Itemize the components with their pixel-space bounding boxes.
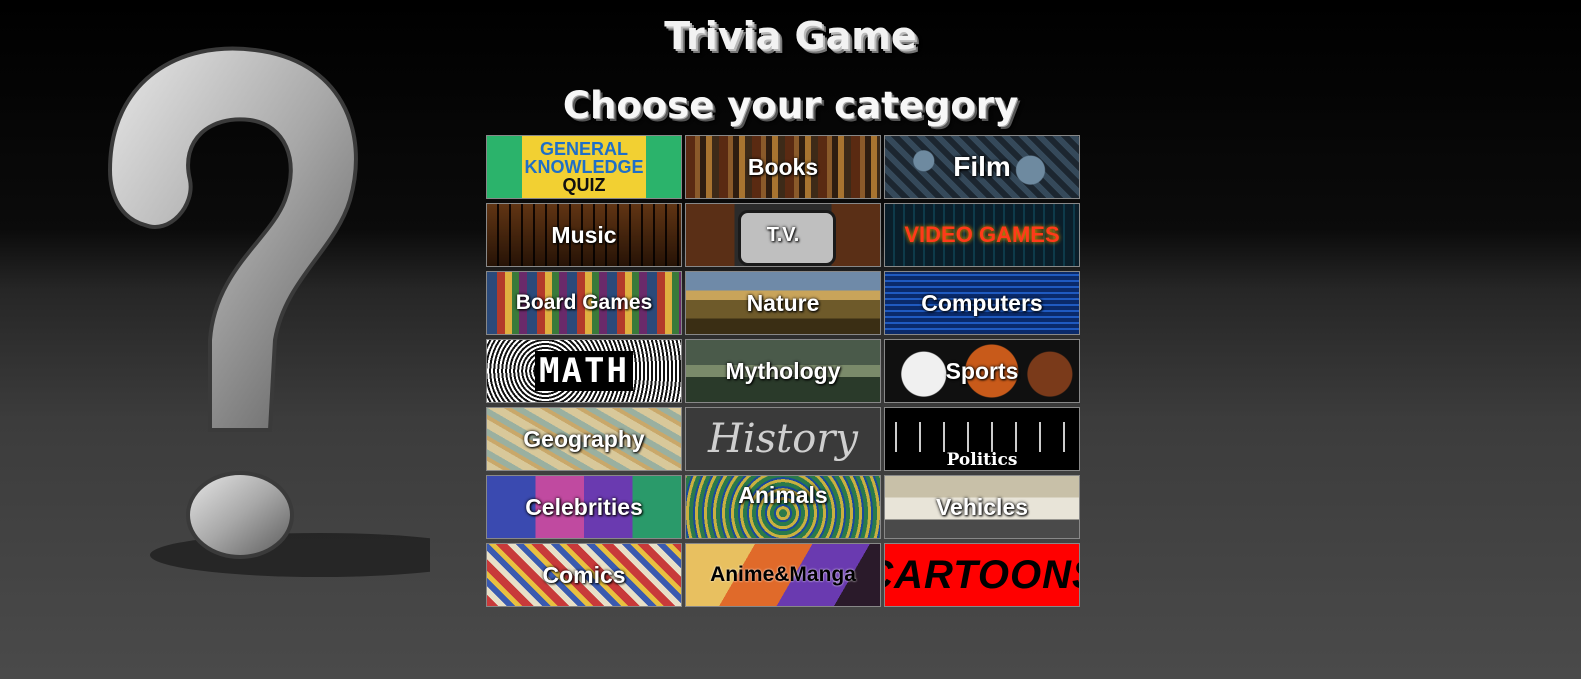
category-film[interactable]: Film bbox=[884, 135, 1080, 199]
category-geography[interactable]: Geography bbox=[486, 407, 682, 471]
category-label: Board Games bbox=[515, 291, 653, 314]
category-grid: GENERAL KNOWLEDGE QUIZ Books Film Music … bbox=[486, 135, 1081, 611]
category-cartoons[interactable]: CARTOONS bbox=[884, 543, 1080, 607]
category-label: History bbox=[707, 416, 859, 462]
category-label: Politics bbox=[946, 450, 1018, 470]
category-label: Film bbox=[953, 151, 1011, 182]
category-board-games[interactable]: Board Games bbox=[486, 271, 682, 335]
category-music[interactable]: Music bbox=[486, 203, 682, 267]
category-comics[interactable]: Comics bbox=[486, 543, 682, 607]
category-label: Animals bbox=[738, 482, 828, 508]
category-label: VIDEO GAMES bbox=[904, 222, 1060, 247]
category-sports[interactable]: Sports bbox=[884, 339, 1080, 403]
category-general-knowledge[interactable]: GENERAL KNOWLEDGE QUIZ bbox=[486, 135, 682, 199]
page-title: Trivia Game bbox=[664, 14, 917, 58]
category-label: CARTOONS bbox=[885, 552, 1079, 597]
category-label: GENERAL KNOWLEDGE QUIZ bbox=[525, 140, 644, 194]
category-label: MATH bbox=[535, 351, 633, 391]
category-label: Anime&Manga bbox=[710, 563, 856, 586]
category-video-games[interactable]: VIDEO GAMES bbox=[884, 203, 1080, 267]
category-label-line3: QUIZ bbox=[562, 175, 606, 195]
category-label: Sports bbox=[945, 357, 1019, 384]
category-mythology[interactable]: Mythology bbox=[685, 339, 881, 403]
category-books[interactable]: Books bbox=[685, 135, 881, 199]
category-history[interactable]: History bbox=[685, 407, 881, 471]
category-label: Mythology bbox=[725, 357, 841, 384]
category-label: T.V. bbox=[766, 223, 800, 246]
category-vehicles[interactable]: Vehicles bbox=[884, 475, 1080, 539]
category-label: Vehicles bbox=[935, 493, 1029, 520]
category-math[interactable]: MATH bbox=[486, 339, 682, 403]
category-anime-manga[interactable]: Anime&Manga bbox=[685, 543, 881, 607]
category-label: Computers bbox=[921, 289, 1043, 316]
category-nature[interactable]: Nature bbox=[685, 271, 881, 335]
category-label-line1: GENERAL bbox=[539, 139, 628, 159]
category-label: Nature bbox=[746, 289, 820, 316]
category-label: Music bbox=[551, 221, 617, 248]
skyline-image bbox=[885, 422, 1079, 452]
category-tv[interactable]: T.V. bbox=[685, 203, 881, 267]
category-politics[interactable]: Politics bbox=[884, 407, 1080, 471]
category-label: Celebrities bbox=[525, 493, 643, 520]
category-computers[interactable]: Computers bbox=[884, 271, 1080, 335]
category-animals[interactable]: Animals bbox=[685, 475, 881, 539]
category-label: Geography bbox=[523, 425, 645, 452]
page-subtitle: Choose your category bbox=[562, 84, 1019, 127]
category-label-line2: KNOWLEDGE bbox=[524, 157, 644, 177]
category-label: Books bbox=[747, 153, 819, 180]
category-label: Comics bbox=[542, 561, 626, 588]
category-celebrities[interactable]: Celebrities bbox=[486, 475, 682, 539]
